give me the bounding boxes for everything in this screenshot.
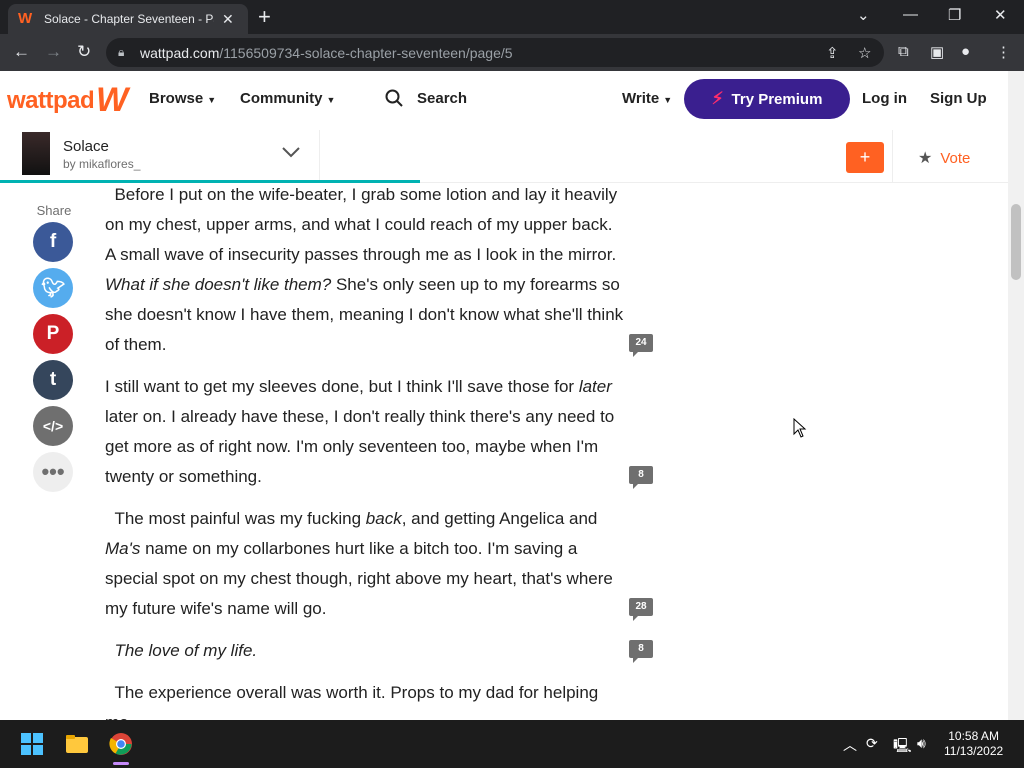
share-label: Share (36, 203, 72, 218)
add-to-library-button[interactable]: + (846, 142, 884, 173)
facebook-icon[interactable]: f (33, 222, 73, 262)
story-title[interactable]: Solace (63, 138, 109, 155)
extensions-icon[interactable]: ⧉ (898, 43, 909, 60)
back-button[interactable]: ← (13, 42, 30, 62)
tab-search-icon[interactable]: ⌄ (857, 6, 870, 24)
side-panel-icon[interactable]: ▣ (930, 43, 944, 61)
browse-menu[interactable]: Browse ▼ (149, 90, 216, 107)
twitter-icon[interactable]: 🐦︎ (33, 268, 73, 308)
vote-button[interactable]: ★ Vote (918, 148, 970, 168)
inline-comment-badge[interactable]: 8 (629, 466, 653, 489)
share-sidebar: Share f 🐦︎ P t </> ••• (33, 203, 75, 498)
active-app-indicator (113, 762, 129, 765)
browser-menu-icon[interactable]: ⋮ (996, 43, 1011, 61)
mouse-cursor-icon (793, 418, 807, 438)
wattpad-logo[interactable]: wattpad (7, 87, 95, 115)
vote-label: Vote (940, 149, 971, 167)
caret-down-icon: ▼ (663, 95, 673, 105)
volume-icon[interactable]: 🔊︎ (917, 735, 926, 752)
sync-icon[interactable]: ⟳ (866, 735, 878, 752)
search-icon (385, 89, 403, 107)
caret-down-icon: ▼ (207, 95, 217, 105)
browser-tab-bar: W Solace - Chapter Seventeen - Pag ✕ + ⌄… (0, 0, 1024, 34)
profile-icon[interactable]: ● (961, 43, 970, 60)
story-paragraph: The most painful was my fucking back, an… (105, 504, 653, 624)
lightning-bolt-icon: ⚡︎ (711, 89, 724, 108)
share-page-icon[interactable]: ⇪ (826, 44, 839, 62)
url-text: wattpad.com/1156509734-solace-chapter-se… (140, 45, 513, 61)
new-tab-button[interactable]: + (258, 6, 271, 28)
lock-icon[interactable]: 🔒︎ (118, 45, 124, 60)
wattpad-w-logo-icon[interactable]: W (96, 81, 128, 120)
chevron-down-icon[interactable] (281, 145, 301, 159)
search-label: Search (417, 89, 468, 107)
signup-link[interactable]: Sign Up (930, 90, 987, 107)
chrome-icon[interactable] (109, 732, 133, 756)
site-header: wattpad W Browse ▼ Community ▼ Search Writ… (0, 71, 1008, 130)
story-paragraph: I still want to get my sleeves done, but… (105, 372, 653, 492)
close-window-button[interactable]: ✕ (994, 6, 1007, 24)
community-menu[interactable]: Community ▼ (240, 90, 335, 107)
pinterest-icon[interactable]: P (33, 314, 73, 354)
inline-comment-badge[interactable]: 8 (629, 640, 653, 663)
story-cover-image[interactable] (22, 132, 50, 175)
caret-down-icon: ▼ (326, 95, 336, 105)
story-paragraph: Before I put on the wife-beater, I grab … (105, 180, 653, 360)
inline-comment-badge[interactable]: 24 (629, 334, 653, 357)
tab-close-icon[interactable]: ✕ (222, 11, 234, 28)
network-icon[interactable]: 🖳︎ (893, 735, 912, 759)
url-field[interactable]: 🔒︎ wattpad.com/1156509734-solace-chapter… (106, 38, 884, 67)
minimize-button[interactable]: — (903, 6, 918, 23)
clock-time: 10:58 AM (948, 729, 999, 743)
tab-title: Solace - Chapter Seventeen - Pag (44, 12, 214, 26)
windows-start-icon[interactable] (20, 732, 44, 756)
browser-tab[interactable]: W Solace - Chapter Seventeen - Pag ✕ (8, 4, 248, 34)
story-paragraph: The love of my life. 8 (105, 636, 653, 666)
more-icon[interactable]: ••• (33, 452, 73, 492)
try-premium-button[interactable]: ⚡︎ Try Premium (684, 79, 850, 119)
embed-icon[interactable]: </> (33, 406, 73, 446)
system-clock[interactable]: 10:58 AM 11/13/2022 (944, 729, 1003, 759)
file-explorer-icon[interactable] (65, 732, 89, 756)
write-menu[interactable]: Write ▼ (622, 90, 672, 107)
wattpad-favicon-icon: W (18, 10, 33, 27)
divider (892, 130, 893, 182)
address-bar: ← → ↻ 🔒︎ wattpad.com/1156509734-solace-c… (0, 34, 1024, 71)
clock-date: 11/13/2022 (944, 744, 1004, 758)
story-content: Before I put on the wife-beater, I grab … (105, 180, 653, 750)
scrollbar-thumb[interactable] (1011, 204, 1021, 280)
story-toolbar: Solace by mikaflores_ + ★ Vote (0, 130, 1008, 183)
chevron-up-icon[interactable]: ︿ (843, 735, 857, 755)
divider (319, 130, 320, 182)
try-premium-label: Try Premium (731, 90, 823, 108)
star-icon: ★ (918, 150, 933, 167)
inline-comment-badge[interactable]: 28 (629, 598, 653, 621)
tumblr-icon[interactable]: t (33, 360, 73, 400)
restore-button[interactable]: ❐ (948, 6, 961, 24)
login-link[interactable]: Log in (862, 90, 907, 107)
forward-button[interactable]: → (45, 42, 62, 62)
story-author[interactable]: by mikaflores_ (63, 157, 140, 171)
reload-button[interactable]: ↻ (77, 42, 91, 62)
bookmark-star-icon[interactable]: ☆ (858, 44, 871, 62)
search-button[interactable]: Search (385, 89, 467, 107)
page-scrollbar[interactable] (1008, 71, 1024, 720)
windows-taskbar: ︿ ⟳ 🖳︎ 🔊︎ 10:58 AM 11/13/2022 (0, 720, 1024, 768)
